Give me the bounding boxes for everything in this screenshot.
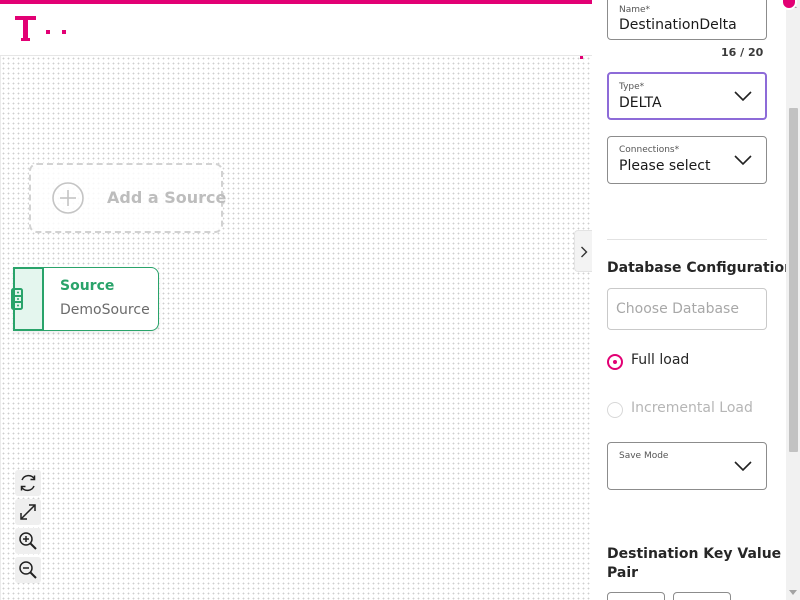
name-char-counter: 16 / 20 <box>721 46 764 59</box>
chevron-right-icon <box>581 246 588 258</box>
flow-canvas[interactable]: Add a Source Source DemoSource <box>0 56 592 600</box>
save-mode-label: Save Mode <box>619 451 669 461</box>
chevron-down-icon <box>734 155 752 166</box>
add-source-label: Add a Source <box>107 188 227 207</box>
app-root: Add a Source Source DemoSource Name* Des… <box>0 0 800 600</box>
connections-select-value: Please select <box>619 158 711 174</box>
connections-select[interactable]: Connections* Please select <box>607 136 767 184</box>
fit-view-button[interactable] <box>15 499 41 525</box>
telekom-logo-icon[interactable] <box>15 13 71 43</box>
canvas-marker <box>580 56 583 59</box>
kv-key-input[interactable] <box>607 592 665 600</box>
database-config-title: Database Configuration <box>607 260 795 276</box>
fit-view-icon <box>20 504 36 520</box>
chevron-down-icon <box>734 91 752 102</box>
scrollbar-thumb[interactable] <box>789 108 798 452</box>
app-header <box>0 4 592 56</box>
name-field[interactable]: Name* DestinationDelta <box>607 0 767 40</box>
panel-toggle-button[interactable] <box>574 230 592 272</box>
add-source-button[interactable]: Add a Source <box>29 163 227 233</box>
incremental-load-radio <box>607 402 623 418</box>
node-subtitle: DemoSource <box>60 302 150 318</box>
type-select[interactable]: Type* DELTA <box>607 72 767 120</box>
source-node[interactable]: Source DemoSource <box>11 267 159 331</box>
save-mode-select[interactable]: Save Mode <box>607 442 767 490</box>
incremental-load-label: Incremental Load <box>631 400 753 416</box>
full-load-label: Full load <box>631 352 690 368</box>
kv-pair-title-line2: Pair <box>607 565 639 581</box>
database-icon <box>11 288 23 310</box>
chevron-down-icon <box>734 461 752 472</box>
full-load-radio[interactable] <box>607 354 623 370</box>
connections-select-label: Connections* <box>619 145 680 155</box>
type-select-value: DELTA <box>619 95 662 111</box>
panel-scrollbar[interactable] <box>786 0 800 600</box>
section-divider <box>607 239 767 240</box>
type-select-label: Type* <box>619 82 645 92</box>
zoom-out-icon <box>19 561 37 579</box>
scroll-down-icon[interactable] <box>789 590 797 595</box>
zoom-in-icon <box>19 532 37 550</box>
node-title: Source <box>60 278 115 294</box>
kv-value-input[interactable] <box>673 592 731 600</box>
refresh-button[interactable] <box>15 470 41 496</box>
kv-pair-title-line1: Destination Key Value <box>607 546 782 562</box>
zoom-out-button[interactable] <box>15 557 41 583</box>
zoom-in-button[interactable] <box>15 528 41 554</box>
name-field-value: DestinationDelta <box>619 17 737 33</box>
refresh-icon <box>20 474 36 492</box>
name-field-label: Name* <box>619 5 651 15</box>
choose-database-input[interactable] <box>607 288 767 330</box>
plus-circle-icon <box>52 182 84 214</box>
